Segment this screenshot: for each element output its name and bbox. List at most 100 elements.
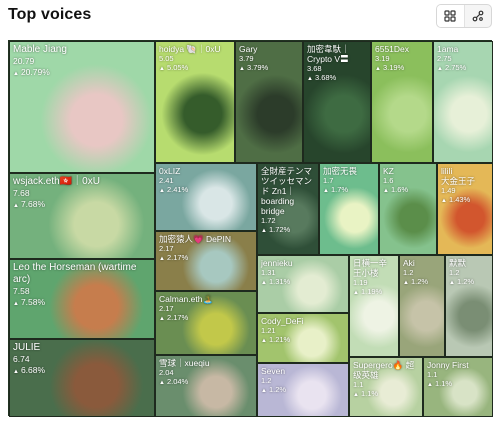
network-view-button[interactable] xyxy=(465,5,492,27)
voice-score: 2.41 xyxy=(159,176,174,185)
voice-tile-hoidya[interactable]: hoidya 🐚｜0xU 5.05 ▲ 5.05% xyxy=(155,41,235,163)
voice-tile-crypto-v[interactable]: 加密韋馱｜Crypto V〓 3.68 ▲ 3.68% xyxy=(303,41,371,163)
voice-score: 1.49 xyxy=(441,186,456,195)
voice-change: 6.68% xyxy=(20,365,46,375)
voice-name: Mable Jiang xyxy=(13,44,67,55)
voice-name: 加密无畏 xyxy=(323,166,358,176)
voice-tile-mable-jiang[interactable]: Mable Jiang 20.79 ▲ 20.79% xyxy=(9,41,155,173)
voice-name: hoidya 🐚｜0xU xyxy=(159,44,221,54)
voice-change: 3.79% xyxy=(246,63,269,72)
voice-name: wsjack.eth🇭🇰｜0xU xyxy=(13,176,100,187)
trend-up-icon: ▲ xyxy=(261,228,267,234)
voice-score: 2.17 xyxy=(159,304,174,313)
grid-view-button[interactable] xyxy=(437,5,465,27)
voice-tile-seven[interactable]: Seven 1.2 ▲ 1.2% xyxy=(257,363,349,417)
trend-up-icon: ▲ xyxy=(159,380,165,386)
voice-score: 2.75 xyxy=(437,54,452,63)
voice-tile-julie[interactable]: JULIE 6.74 ▲ 6.68% xyxy=(9,339,155,417)
voice-tile-leo-the-horseman[interactable]: Leo the Horseman (wartime arc) 7.58 ▲ 7.5… xyxy=(9,259,155,339)
trend-up-icon: ▲ xyxy=(13,71,19,77)
grid-view-icon xyxy=(444,10,456,22)
trend-up-icon: ▲ xyxy=(13,203,19,209)
view-toggle xyxy=(436,4,492,28)
voice-tile-kz[interactable]: KZ 1.6 ▲ 1.6% xyxy=(379,163,437,255)
voice-tile-jiami-wuwei[interactable]: 加密无畏 1.7 ▲ 1.7% xyxy=(319,163,379,255)
voice-tile-jennieku[interactable]: jennieku 1.31 ▲ 1.31% xyxy=(257,255,349,313)
voice-score: 7.58 xyxy=(13,286,30,296)
voice-score: 3.19 xyxy=(375,54,390,63)
voice-tile-0xliz[interactable]: 0xLIZ 2.41 ▲ 2.41% xyxy=(155,163,257,231)
trend-up-icon: ▲ xyxy=(261,280,267,286)
voice-change: 1.1% xyxy=(434,379,453,388)
voice-score: 2.04 xyxy=(159,368,174,377)
trend-up-icon: ▲ xyxy=(159,316,165,322)
voice-change: 2.17% xyxy=(166,313,189,322)
voice-name: 0xLIZ xyxy=(159,166,181,176)
voice-score: 1.6 xyxy=(383,176,394,185)
voice-score: 3.79 xyxy=(239,54,254,63)
trend-up-icon: ▲ xyxy=(383,188,389,194)
voice-name: Gary xyxy=(239,44,258,54)
voice-name: 加密猿人💗 DePIN xyxy=(159,234,231,244)
voice-tile-aki[interactable]: Aki 1.2 ▲ 1.2% xyxy=(399,255,445,357)
voice-change: 1.1% xyxy=(360,389,379,398)
voice-tile-wang-xiaolou[interactable]: 日横一辛 王小楼 1.19 ▲ 1.19% xyxy=(349,255,399,357)
voice-change: 2.41% xyxy=(166,185,189,194)
voice-tile-xueqiu[interactable]: 雪球｜xueqiu 2.04 ▲ 2.04% xyxy=(155,355,257,417)
voice-change: 1.72% xyxy=(268,225,291,234)
voice-name: Cody_DeFi xyxy=(261,316,304,326)
voice-change: 20.79% xyxy=(20,67,50,77)
voice-name: Calman.eth🏝️ xyxy=(159,294,214,304)
trend-up-icon: ▲ xyxy=(353,392,359,398)
trend-up-icon: ▲ xyxy=(441,198,447,204)
voice-change: 1.2% xyxy=(410,277,429,286)
trend-up-icon: ▲ xyxy=(437,66,443,72)
voice-name: jennieku xyxy=(261,258,293,268)
voice-name: 6551Dex xyxy=(375,44,410,54)
voice-tile-supergero[interactable]: Supergero🔥 超级英雄 1.1 ▲ 1.1% xyxy=(349,357,423,417)
voice-name: Leo the Horseman (wartime arc) xyxy=(13,262,137,285)
voice-change: 7.58% xyxy=(20,297,46,307)
voice-score: 3.68 xyxy=(307,64,322,73)
voice-name: Supergero🔥 超级英雄 xyxy=(353,360,415,380)
voice-tile-wsjack[interactable]: wsjack.eth🇭🇰｜0xU 7.68 ▲ 7.68% xyxy=(9,173,155,259)
voice-tile-1ama[interactable]: 1ama 2.75 ▲ 2.75% xyxy=(433,41,493,163)
voice-name: JULIE xyxy=(13,342,41,353)
voice-tile-cody-defi[interactable]: Cody_DeFi 1.21 ▲ 1.21% xyxy=(257,313,349,363)
voice-score: 5.05 xyxy=(159,54,174,63)
trend-up-icon: ▲ xyxy=(353,290,359,296)
voice-change: 2.04% xyxy=(166,377,189,386)
voices-treemap: Mable Jiang 20.79 ▲ 20.79% hoidya 🐚｜0xU 5… xyxy=(8,40,493,417)
voice-score: 1.2 xyxy=(449,268,460,277)
voice-change: 7.68% xyxy=(20,199,46,209)
voice-change: 1.6% xyxy=(390,185,409,194)
voice-score: 1.19 xyxy=(353,278,368,287)
voice-name: Aki xyxy=(403,258,415,268)
trend-up-icon: ▲ xyxy=(261,338,267,344)
voice-name: lilili xyxy=(441,166,453,176)
voice-score: 6.74 xyxy=(13,354,30,364)
voice-change: 1.2% xyxy=(456,277,475,286)
voice-score: 1.1 xyxy=(427,370,438,379)
trend-up-icon: ▲ xyxy=(159,256,165,262)
voice-change: 1.19% xyxy=(360,287,383,296)
voice-tile-momo[interactable]: 默默 1.2 ▲ 1.2% xyxy=(445,255,493,357)
voice-tile-jonny-first[interactable]: Jonny First 1.1 ▲ 1.1% xyxy=(423,357,493,417)
voice-score: 1.7 xyxy=(323,176,334,185)
voice-tile-calman[interactable]: Calman.eth🏝️ 2.17 ▲ 2.17% xyxy=(155,291,257,355)
voice-change: 1.21% xyxy=(268,335,291,344)
voice-change: 1.2% xyxy=(268,385,287,394)
voice-tile-depin[interactable]: 加密猿人💗 DePIN 2.17 ▲ 2.17% xyxy=(155,231,257,291)
voice-score: 1.31 xyxy=(261,268,276,277)
voice-tile-gary[interactable]: Gary 3.79 ▲ 3.79% xyxy=(235,41,303,163)
voice-change: 3.68% xyxy=(314,73,337,82)
voice-name: 加密韋馱｜Crypto V〓 xyxy=(307,44,350,64)
trend-up-icon: ▲ xyxy=(427,382,433,388)
voice-name: 日横一辛 王小楼 xyxy=(353,258,388,278)
trend-up-icon: ▲ xyxy=(261,388,267,394)
trend-up-icon: ▲ xyxy=(375,66,381,72)
voice-name: Seven xyxy=(261,366,286,376)
voice-tile-zn1[interactable]: 全財産テンマツイッセマンド Zn1｜boarding bridge 1.72 ▲… xyxy=(257,163,319,255)
voice-tile-6551dex[interactable]: 6551Dex 3.19 ▲ 3.19% xyxy=(371,41,433,163)
voice-tile-lilili[interactable]: lilili 大金王子 1.49 ▲ 1.43% xyxy=(437,163,493,255)
